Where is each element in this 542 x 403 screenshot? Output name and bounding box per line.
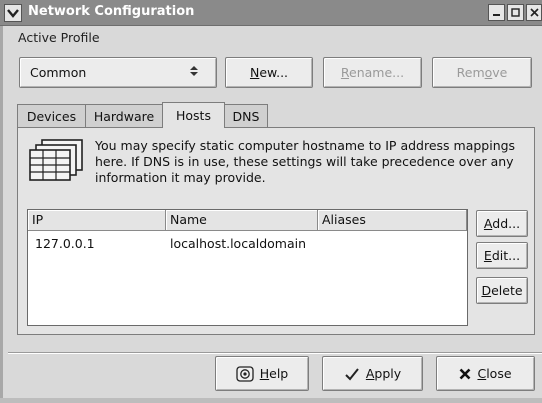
minimize-icon[interactable] [488,4,505,21]
rename-profile-button[interactable]: Rename... [323,57,422,88]
tab-hosts[interactable]: Hosts [162,102,225,128]
add-host-button[interactable]: Add... [476,210,528,237]
close-window-icon[interactable] [526,4,542,21]
close-button[interactable]: Close [436,356,535,391]
edit-button-label: Edit... [483,248,521,263]
tab-devices[interactable]: Devices [17,104,86,128]
close-button-label: Close [477,366,512,381]
cell-name: localhost.localdomain [170,236,307,251]
maximize-icon[interactable] [507,4,524,21]
hosts-info-text: You may specify static computer hostname… [95,138,516,185]
cell-ip: 127.0.0.1 [35,236,95,251]
window-title: Network Configuration [28,4,195,19]
active-profile-value: Common [30,65,87,80]
hosts-tab-panel: You may specify static computer hostname… [17,127,535,335]
footer-separator [8,352,542,354]
delete-button-label: Delete [481,283,523,298]
help-button-label: Help [259,366,289,381]
dropdown-arrow-icon [190,66,198,79]
hosts-table-icon [29,139,83,181]
network-configuration-window: Network Configuration Active Profile Com… [0,0,542,403]
help-button[interactable]: Help [215,356,309,391]
checkmark-icon [344,367,360,381]
window-left-border [0,26,3,398]
rename-button-label: Rename... [340,65,405,80]
apply-button-label: Apply [365,366,402,381]
remove-button-label: Remove [456,65,508,80]
active-profile-label: Active Profile [18,30,100,45]
column-header-name[interactable]: Name [166,210,318,231]
tab-hardware[interactable]: Hardware [85,104,163,128]
close-x-icon [459,368,471,380]
window-bottom-border [0,398,542,403]
delete-host-button[interactable]: Delete [476,277,528,304]
new-button-label: New... [249,65,289,80]
remove-profile-button[interactable]: Remove [432,57,532,88]
apply-button[interactable]: Apply [322,356,423,391]
active-profile-combobox[interactable]: Common [19,57,217,88]
add-button-label: Add... [483,216,521,231]
new-profile-button[interactable]: New... [225,57,313,88]
edit-host-button[interactable]: Edit... [476,242,528,269]
column-header-ip[interactable]: IP [28,210,166,231]
tab-dns[interactable]: DNS [224,104,268,128]
title-bar[interactable]: Network Configuration [0,0,542,26]
table-row[interactable]: 127.0.0.1 localhost.localdomain [28,236,467,256]
hosts-table-header: IP Name Aliases [28,210,467,231]
column-header-aliases[interactable]: Aliases [318,210,467,231]
help-icon [236,365,254,382]
hosts-table[interactable]: IP Name Aliases 127.0.0.1 localhost.loca… [27,209,468,326]
window-menu-chevron-down-icon[interactable] [4,4,22,22]
